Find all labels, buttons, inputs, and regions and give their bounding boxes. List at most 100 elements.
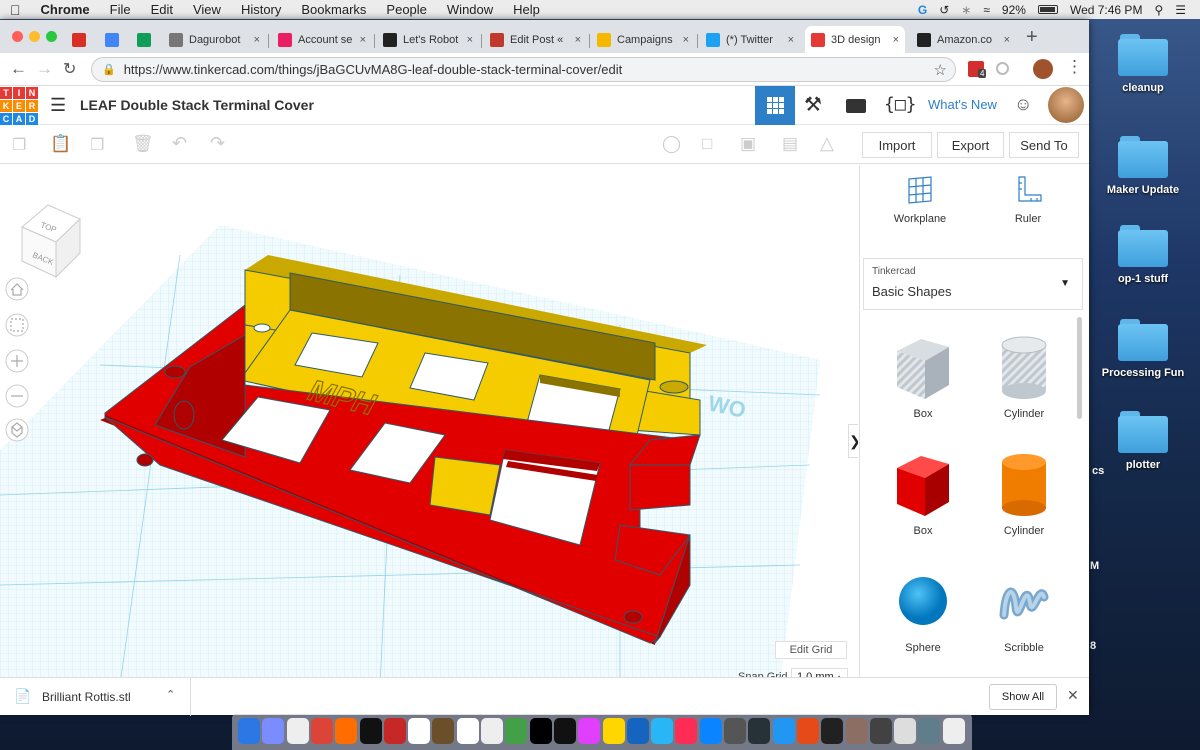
shape-sphere[interactable]: Sphere bbox=[873, 567, 973, 654]
dock-app-icon[interactable] bbox=[675, 718, 698, 744]
paste-icon[interactable]: 📋 bbox=[50, 134, 71, 154]
browser-tab[interactable]: Account se × bbox=[272, 26, 372, 53]
bookmark-star-icon[interactable]: ☆ bbox=[934, 61, 947, 79]
dock-app-icon[interactable] bbox=[335, 718, 358, 744]
3d-view-grid-button[interactable] bbox=[755, 86, 795, 125]
dock-app-icon[interactable] bbox=[529, 718, 552, 744]
shape-box[interactable]: Box bbox=[873, 450, 973, 537]
dock-app-icon[interactable] bbox=[796, 718, 819, 744]
folder-maker-update[interactable]: Maker Update bbox=[1098, 136, 1188, 196]
tab-close-icon[interactable]: × bbox=[683, 34, 689, 46]
dock-app-icon[interactable] bbox=[651, 718, 674, 744]
shape-scribble[interactable]: Scribble bbox=[974, 567, 1074, 654]
dock-app-icon[interactable] bbox=[748, 718, 771, 744]
menu-history[interactable]: History bbox=[231, 2, 291, 17]
shape-library-select[interactable]: Tinkercad Basic Shapes ▼ bbox=[863, 258, 1083, 310]
export-button[interactable]: Export bbox=[937, 132, 1004, 158]
browser-tab[interactable]: Campaigns × bbox=[591, 26, 695, 53]
browser-tab[interactable] bbox=[99, 26, 128, 53]
minimize-window-button[interactable] bbox=[29, 31, 40, 42]
bricks-icon[interactable] bbox=[846, 99, 866, 113]
tab-close-icon[interactable]: × bbox=[1004, 34, 1010, 46]
dock-app-icon[interactable] bbox=[918, 718, 941, 744]
tab-close-icon[interactable]: × bbox=[893, 34, 899, 46]
dock-app-icon[interactable] bbox=[505, 718, 528, 744]
close-window-button[interactable] bbox=[12, 31, 23, 42]
view-cube[interactable]: TOP BACK bbox=[21, 204, 81, 279]
menu-window[interactable]: Window bbox=[437, 2, 503, 17]
menu-help[interactable]: Help bbox=[503, 2, 550, 17]
dock-app-icon[interactable] bbox=[845, 718, 868, 744]
dock-app-icon[interactable] bbox=[383, 718, 406, 744]
chevron-up-icon[interactable]: ⌃ bbox=[166, 688, 175, 701]
duplicate-icon[interactable]: ❐ bbox=[90, 135, 104, 155]
grammarly-icon[interactable]: G bbox=[918, 3, 927, 17]
zoom-window-button[interactable] bbox=[46, 31, 57, 42]
browser-tab[interactable]: Dagurobot × bbox=[163, 26, 266, 53]
back-arrow-icon[interactable]: ← bbox=[10, 59, 27, 79]
menu-file[interactable]: File bbox=[100, 2, 141, 17]
dock-app-icon[interactable] bbox=[626, 718, 649, 744]
workplane-tool[interactable]: Workplane bbox=[870, 173, 970, 225]
copy-icon[interactable]: ❐ bbox=[12, 135, 26, 155]
3d-workplane-viewport[interactable]: WO TOP BACK MPH Edit Grid bbox=[0, 165, 858, 685]
notification-center-icon[interactable]: ☰ bbox=[1175, 3, 1186, 17]
workplane-scene[interactable]: WO TOP BACK MPH bbox=[0, 165, 858, 685]
folder-op1-stuff[interactable]: op-1 stuff bbox=[1098, 225, 1188, 285]
folder-cleanup[interactable]: cleanup bbox=[1098, 34, 1188, 94]
folder-plotter[interactable]: plotter bbox=[1098, 411, 1188, 471]
undo-icon[interactable]: ↶ bbox=[172, 133, 187, 154]
user-avatar[interactable] bbox=[1048, 87, 1084, 123]
dock-app-icon[interactable] bbox=[602, 718, 625, 744]
extension-circle-icon[interactable] bbox=[996, 62, 1009, 75]
browser-tab[interactable]: (*) Twitter × bbox=[700, 26, 800, 53]
dock-app-icon[interactable] bbox=[456, 718, 479, 744]
home-view-icon[interactable] bbox=[5, 277, 29, 301]
fit-view-icon[interactable] bbox=[5, 313, 29, 337]
design-title[interactable]: LEAF Double Stack Terminal Cover bbox=[80, 97, 314, 113]
dock-app-icon[interactable] bbox=[359, 718, 382, 744]
apple-icon[interactable]:  bbox=[0, 2, 31, 18]
edit-grid-button[interactable]: Edit Grid bbox=[775, 641, 847, 659]
lightbulb-icon[interactable]: ◯ bbox=[662, 134, 681, 154]
folder-processing-fun[interactable]: Processing Fun bbox=[1098, 319, 1188, 379]
tab-close-icon[interactable]: × bbox=[467, 34, 473, 46]
address-bar[interactable]: 🔒 https://www.tinkercad.com/things/jBaGC… bbox=[91, 57, 956, 82]
tab-close-icon[interactable]: × bbox=[254, 34, 260, 46]
show-all-button[interactable]: Show All bbox=[989, 684, 1057, 710]
codeblocks-icon[interactable]: {□} bbox=[884, 94, 917, 115]
menu-app-name[interactable]: Chrome bbox=[31, 2, 100, 17]
whats-new-link[interactable]: What's New bbox=[928, 97, 997, 112]
shape-cylinder-hole[interactable]: Cylinder bbox=[974, 333, 1074, 420]
align-icon[interactable]: ▤ bbox=[782, 134, 798, 154]
redo-icon[interactable]: ↷ bbox=[210, 133, 225, 154]
add-user-icon[interactable]: ☺ bbox=[1014, 94, 1032, 115]
shape-cylinder[interactable]: Cylinder bbox=[974, 450, 1074, 537]
dock-app-icon[interactable] bbox=[262, 718, 285, 744]
menu-edit[interactable]: Edit bbox=[141, 2, 183, 17]
mirror-icon[interactable]: △ bbox=[820, 133, 834, 154]
dock-app-icon[interactable] bbox=[894, 718, 917, 744]
panel-scrollbar[interactable] bbox=[1077, 317, 1082, 419]
import-button[interactable]: Import bbox=[862, 132, 932, 158]
dock-app-icon[interactable] bbox=[699, 718, 722, 744]
collapse-panel-button[interactable]: ❯ bbox=[848, 424, 858, 458]
forward-arrow-icon[interactable]: → bbox=[36, 59, 53, 79]
ruler-tool[interactable]: Ruler bbox=[978, 173, 1078, 225]
design-list-icon[interactable]: ☰ bbox=[50, 95, 66, 116]
delete-icon[interactable]: 🗑 bbox=[132, 134, 154, 154]
dock-app-icon[interactable] bbox=[408, 718, 431, 744]
dock-app-icon[interactable] bbox=[286, 718, 309, 744]
chrome-menu-icon[interactable]: ⋮ bbox=[1066, 57, 1083, 77]
dock-app-icon[interactable] bbox=[481, 718, 503, 744]
spotlight-icon[interactable]: ⚲ bbox=[1154, 3, 1163, 17]
sync-icon[interactable]: ↺ bbox=[939, 3, 949, 17]
tinkercad-logo[interactable]: TIN KER CAD bbox=[0, 87, 38, 125]
new-tab-button[interactable]: + bbox=[1026, 26, 1038, 49]
browser-tab[interactable]: Let's Robot × bbox=[377, 26, 479, 53]
wifi-icon[interactable]: ≈ bbox=[983, 3, 990, 17]
dock-app-icon[interactable] bbox=[942, 718, 965, 744]
dock-app-icon[interactable] bbox=[553, 718, 576, 744]
browser-tab[interactable] bbox=[131, 26, 160, 53]
browser-tab[interactable]: Edit Post « × bbox=[484, 26, 587, 53]
